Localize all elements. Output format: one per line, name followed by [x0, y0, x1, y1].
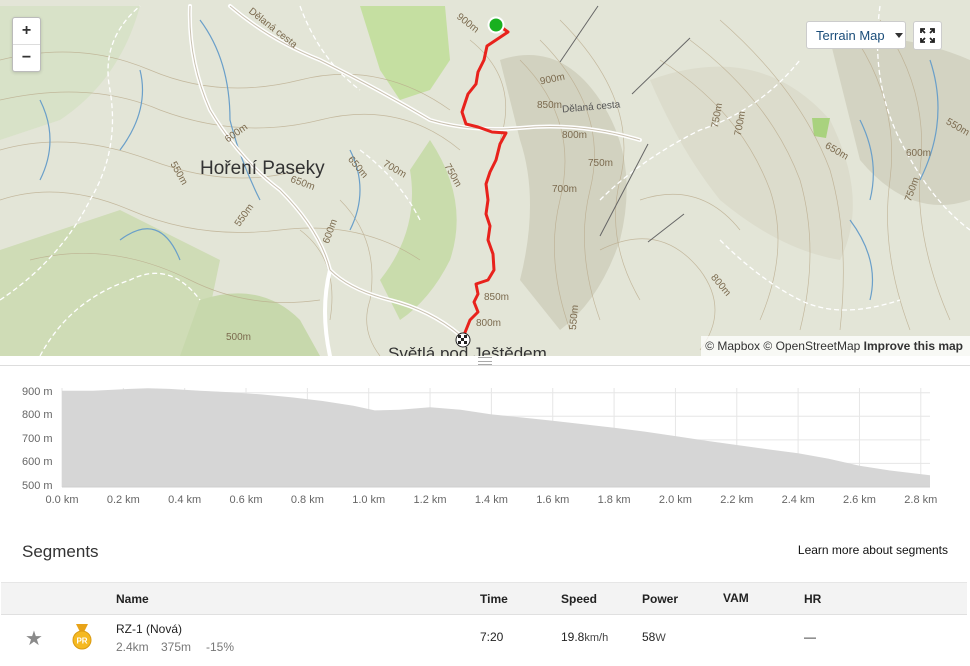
segment-elevation: 375m	[161, 640, 192, 654]
contour-label: 800m	[476, 318, 502, 329]
speed-unit: km/h	[584, 632, 609, 644]
segments-heading: Segments	[22, 542, 99, 561]
contour-label: 700m	[552, 184, 578, 195]
speed-value: 19.8	[561, 630, 585, 644]
x-tick-label: 2.0 km	[658, 494, 692, 506]
column-header-time[interactable]: Time	[480, 592, 508, 606]
contour-label: 850m	[484, 292, 510, 303]
segments-table-header: Name Time Speed Power VAM HR	[1, 582, 967, 615]
x-tick-label: 1.0 km	[352, 494, 386, 506]
y-tick-label: 600 m	[22, 456, 53, 469]
x-tick-label: 1.2 km	[413, 494, 447, 506]
y-tick-label: 900 m	[22, 385, 53, 398]
elevation-area[interactable]	[62, 388, 930, 487]
mapbox-attribution-link[interactable]: © Mapbox	[705, 339, 760, 353]
place-label-horeni-paseky: Hoření Paseky	[200, 158, 325, 179]
y-tick-label: 700 m	[22, 432, 53, 445]
segment-name-link[interactable]: RZ-1 (Nová)	[116, 622, 182, 636]
zoom-in-button[interactable]: +	[13, 18, 40, 44]
learn-more-segments-link[interactable]: Learn more about segments	[798, 543, 948, 557]
segment-hr: —	[804, 630, 816, 644]
column-header-name[interactable]: Name	[116, 592, 149, 606]
column-header-hr[interactable]: HR	[804, 592, 821, 606]
x-tick-label: 0.2 km	[106, 494, 140, 506]
contour-label: 800m	[562, 130, 588, 141]
elevation-profile-chart[interactable]	[0, 380, 970, 490]
route-map[interactable]: Hoření Paseky Světlá pod Ještědem Dělaná…	[0, 0, 970, 356]
fullscreen-icon	[920, 28, 935, 43]
segment-grade: -15%	[206, 640, 235, 654]
table-row[interactable]: ★ PR RZ-1 (Nová) 2.4km 375m -15% 7:20 19…	[1, 614, 967, 660]
column-header-power[interactable]: Power	[642, 592, 678, 606]
x-tick-label: 0.6 km	[229, 494, 263, 506]
segment-distance: 2.4km	[116, 640, 149, 654]
route-finish-flag-icon[interactable]	[455, 332, 471, 348]
segment-time: 7:20	[480, 630, 504, 644]
x-tick-label: 2.8 km	[904, 494, 938, 506]
x-tick-label: 2.6 km	[842, 494, 876, 506]
map-resize-handle[interactable]	[478, 357, 492, 365]
power-unit: W	[655, 632, 666, 644]
x-tick-label: 0.4 km	[168, 494, 202, 506]
x-tick-label: 2.4 km	[781, 494, 815, 506]
map-attribution: © Mapbox © OpenStreetMap Improve this ma…	[701, 336, 970, 356]
pr-medal-label: PR	[76, 637, 87, 646]
x-tick-label: 1.6 km	[536, 494, 570, 506]
contour-label: 750m	[588, 158, 614, 169]
zoom-out-button[interactable]: −	[13, 44, 40, 71]
contour-label: 850m	[537, 100, 563, 111]
x-tick-label: 1.4 km	[474, 494, 508, 506]
zoom-control: + −	[12, 17, 41, 72]
column-header-speed[interactable]: Speed	[561, 592, 597, 606]
x-tick-label: 0.8 km	[290, 494, 324, 506]
map-type-label: Terrain Map	[816, 27, 885, 43]
pr-medal-icon: PR	[72, 624, 92, 650]
y-tick-label: 800 m	[22, 409, 53, 422]
route-start-marker[interactable]	[487, 16, 505, 34]
contour-label: 600m	[906, 148, 932, 159]
caret-down-icon	[894, 32, 903, 38]
y-tick-label: 500 m	[22, 480, 53, 492]
segment-power: 58W	[642, 630, 666, 644]
column-header-vam[interactable]: VAM	[723, 591, 749, 605]
contour-label: 500m	[226, 332, 252, 343]
segment-speed: 19.8km/h	[561, 630, 608, 644]
power-value: 58	[642, 630, 656, 644]
map-type-dropdown[interactable]: Terrain Map	[806, 21, 906, 49]
x-tick-label: 1.8 km	[597, 494, 631, 506]
section-divider	[0, 365, 970, 366]
x-tick-label: 2.2 km	[720, 494, 754, 506]
osm-attribution-link[interactable]: © OpenStreetMap	[763, 339, 860, 353]
x-tick-label: 0.0 km	[45, 494, 79, 506]
contour-label: 550m	[567, 304, 582, 331]
improve-map-link[interactable]: Improve this map	[864, 339, 963, 353]
star-icon[interactable]: ★	[25, 626, 43, 651]
fullscreen-button[interactable]	[913, 21, 942, 50]
